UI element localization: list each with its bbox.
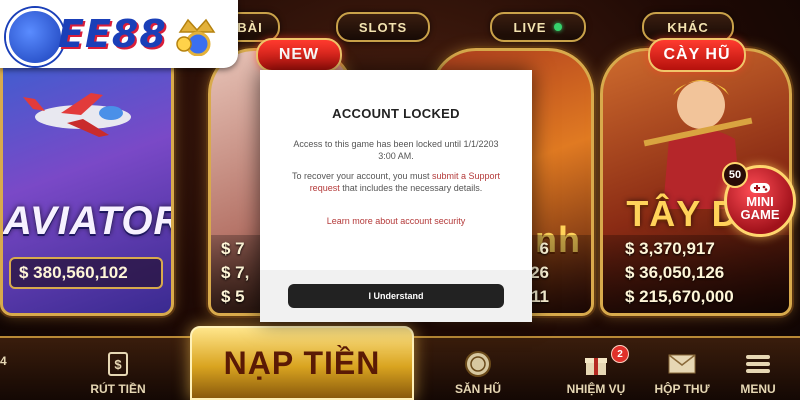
card2-prize-2: $ 7, [221,263,250,282]
crown-coin-icon [176,18,216,56]
withdraw-label: RÚT TIỀN [90,382,146,396]
lock-message: Access to this game has been locked unti… [293,139,499,161]
account-locked-dialog: ACCOUNT LOCKED Access to this game has b… [260,70,532,322]
left-edge-number: 4 [0,354,7,368]
card3-prize-3: 11 [531,287,549,306]
tay-du-prize-2: $ 36,050,126 [625,263,725,282]
airplane-icon [23,93,131,137]
jackpot-icon [463,351,493,377]
tab-khac-label: KHÁC [667,19,709,35]
card2-prize-1: $ 7 [221,239,245,258]
logo-text: EE88 [58,12,167,56]
recover-prefix: To recover your account, you must [291,171,432,181]
game-card-aviator[interactable]: AVIATOR $ 380,560,102 [0,48,174,316]
menu-button[interactable]: MENU [718,342,798,396]
cay-hu-ribbon: CÀY HŨ [648,38,746,72]
missions-label: NHIỆM VỤ [566,382,626,396]
mailbox-label: HỘP THƯ [654,382,710,396]
aviator-title: AVIATOR [3,199,174,243]
tay-du-prize-1: $ 3,370,917 [625,239,715,258]
tab-slots-label: SLOTS [358,19,408,35]
tab-slots[interactable]: SLOTS [336,12,430,42]
understand-button[interactable]: I Understand [288,284,504,308]
recover-suffix: that includes the necessary details. [339,183,483,193]
cay-hu-ribbon-label: CÀY HŨ [663,46,731,63]
gift-icon [581,351,611,377]
card3-prize-2: 26 [530,263,549,282]
account-security-link[interactable]: Learn more about account security [327,216,466,226]
tab-live[interactable]: LIVE [490,12,586,42]
withdraw-button[interactable]: $ RÚT TIỀN [78,342,158,396]
learn-more-row: Learn more about account security [284,215,508,227]
withdraw-icon: $ [103,351,133,377]
mini-game-count-badge: 50 [722,162,748,188]
logo-mascot-icon [6,8,64,66]
menu-label: MENU [740,382,776,396]
gamepad-icon [750,183,770,193]
missions-notification-badge: 2 [611,345,629,363]
hamburger-menu-icon [743,351,773,377]
mail-icon [667,351,697,377]
mini-game-line2: GAME [740,207,780,222]
dialog-title: ACCOUNT LOCKED [332,106,460,121]
tab-bai-label: BÀI [237,19,263,35]
new-ribbon: NEW [256,38,342,72]
new-ribbon-label: NEW [278,46,320,63]
brand-logo[interactable]: EE88 [0,0,238,68]
deposit-label: NẠP TIỀN [223,344,381,381]
card2-prize-3: $ 5 [221,287,245,306]
tay-du-prize-panel: $ 3,370,917 $ 36,050,126 $ 215,670,000 [603,235,789,313]
jackpot-button[interactable]: SĂN HŨ [438,342,518,396]
tab-live-label: LIVE [513,19,547,35]
deposit-button[interactable]: NẠP TIỀN [190,326,414,400]
card3-prize-1: 6 [539,239,549,258]
live-indicator-dot [554,23,563,31]
jackpot-label: SĂN HŨ [454,382,501,396]
recover-message: To recover your account, you must submit… [284,170,508,194]
svg-text:$: $ [114,357,122,372]
tay-du-prize-3: $ 215,670,000 [625,287,734,306]
aviator-jackpot: $ 380,560,102 [9,257,163,289]
dialog-footer: I Understand [260,270,532,322]
mailbox-button[interactable]: HỘP THƯ [642,342,722,396]
